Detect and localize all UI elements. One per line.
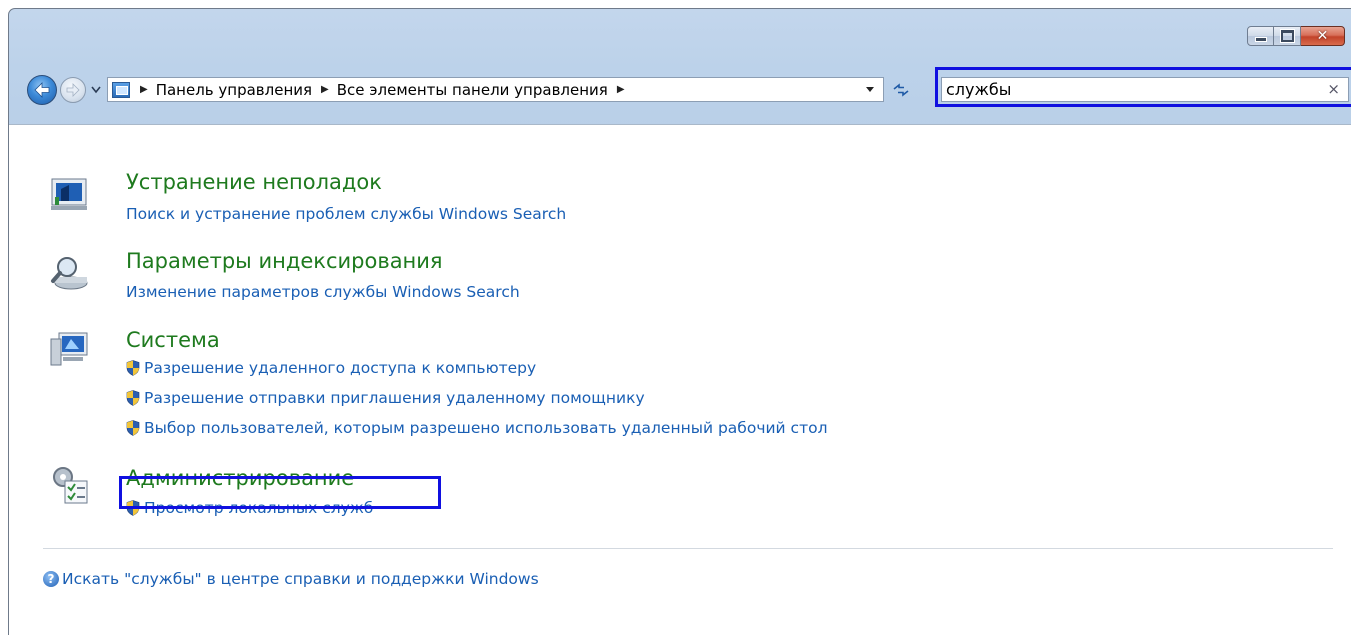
task-link[interactable]: Разрешение удаленного доступа к компьюте… xyxy=(126,359,536,377)
task-link[interactable]: Изменение параметров службы Windows Sear… xyxy=(126,283,520,301)
task-link[interactable]: Просмотр локальных служб xyxy=(126,499,373,517)
address-dropdown-button[interactable] xyxy=(857,78,883,101)
indexing-options-icon xyxy=(51,257,88,290)
refresh-icon xyxy=(893,83,909,97)
clear-search-icon[interactable]: × xyxy=(1327,80,1340,98)
help-icon: ? xyxy=(43,571,59,587)
uac-shield-icon xyxy=(126,420,140,436)
task-label: Поиск и устранение проблем службы Window… xyxy=(126,205,567,223)
group-title[interactable]: Администрирование xyxy=(126,466,354,490)
forward-button[interactable] xyxy=(60,77,86,103)
chevron-down-icon xyxy=(91,86,101,94)
back-arrow-icon xyxy=(34,82,50,98)
task-label: Разрешение отправки приглашения удаленно… xyxy=(144,389,645,407)
search-box[interactable]: × xyxy=(941,77,1349,102)
maximize-icon xyxy=(1279,29,1295,43)
dropdown-arrow-icon xyxy=(866,86,874,92)
control-panel-icon xyxy=(112,81,130,98)
results-pane: Устранение неполадок Поиск и устранение … xyxy=(9,124,1351,635)
refresh-button[interactable] xyxy=(889,79,913,101)
task-label: Разрешение удаленного доступа к компьюте… xyxy=(144,359,537,377)
help-search-link[interactable]: ? Искать "службы" в центре справки и под… xyxy=(43,570,539,588)
group-title[interactable]: Устранение неполадок xyxy=(126,170,382,194)
divider xyxy=(43,548,1333,549)
administrative-tools-icon xyxy=(53,467,88,504)
task-link[interactable]: Выбор пользователей, которым разрешено и… xyxy=(126,419,828,437)
address-bar[interactable]: ▶ Панель управления ▶ Все элементы панел… xyxy=(107,77,884,102)
explorer-window: ✕ ▶ Панель управления ▶ Все элементы пан… xyxy=(8,8,1351,635)
breadcrumb-all-items[interactable]: Все элементы панели управления xyxy=(337,81,608,99)
group-title[interactable]: Система xyxy=(126,328,220,352)
task-label: Выбор пользователей, которым разрешено и… xyxy=(144,419,828,437)
breadcrumb-separator-icon[interactable]: ▶ xyxy=(140,84,148,95)
navigation-bar: ▶ Панель управления ▶ Все элементы панел… xyxy=(15,67,1351,107)
breadcrumb-separator-icon[interactable]: ▶ xyxy=(617,84,625,95)
close-icon: ✕ xyxy=(1316,28,1329,44)
task-label: Изменение параметров службы Windows Sear… xyxy=(126,283,520,301)
breadcrumb-control-panel[interactable]: Панель управления xyxy=(156,81,312,99)
uac-shield-icon xyxy=(126,360,140,376)
caption-buttons: ✕ xyxy=(1247,26,1345,46)
task-link[interactable]: Разрешение отправки приглашения удаленно… xyxy=(126,389,645,407)
task-link[interactable]: Поиск и устранение проблем службы Window… xyxy=(126,205,566,223)
breadcrumb-separator-icon[interactable]: ▶ xyxy=(321,84,329,95)
search-input[interactable] xyxy=(942,79,1306,100)
uac-shield-icon xyxy=(126,390,140,406)
system-icon xyxy=(50,332,88,366)
group-title[interactable]: Параметры индексирования xyxy=(126,249,443,273)
recent-pages-button[interactable] xyxy=(90,83,102,97)
forward-arrow-icon xyxy=(66,83,80,97)
task-label: Просмотр локальных служб xyxy=(144,499,374,517)
minimize-button[interactable] xyxy=(1247,26,1274,46)
back-button[interactable] xyxy=(27,75,57,105)
close-button[interactable]: ✕ xyxy=(1301,26,1345,46)
help-search-label: Искать "службы" в центре справки и подде… xyxy=(62,570,539,588)
uac-shield-icon xyxy=(126,500,140,516)
troubleshooting-icon xyxy=(51,178,87,210)
minimize-icon xyxy=(1254,36,1267,42)
maximize-button[interactable] xyxy=(1274,26,1301,46)
